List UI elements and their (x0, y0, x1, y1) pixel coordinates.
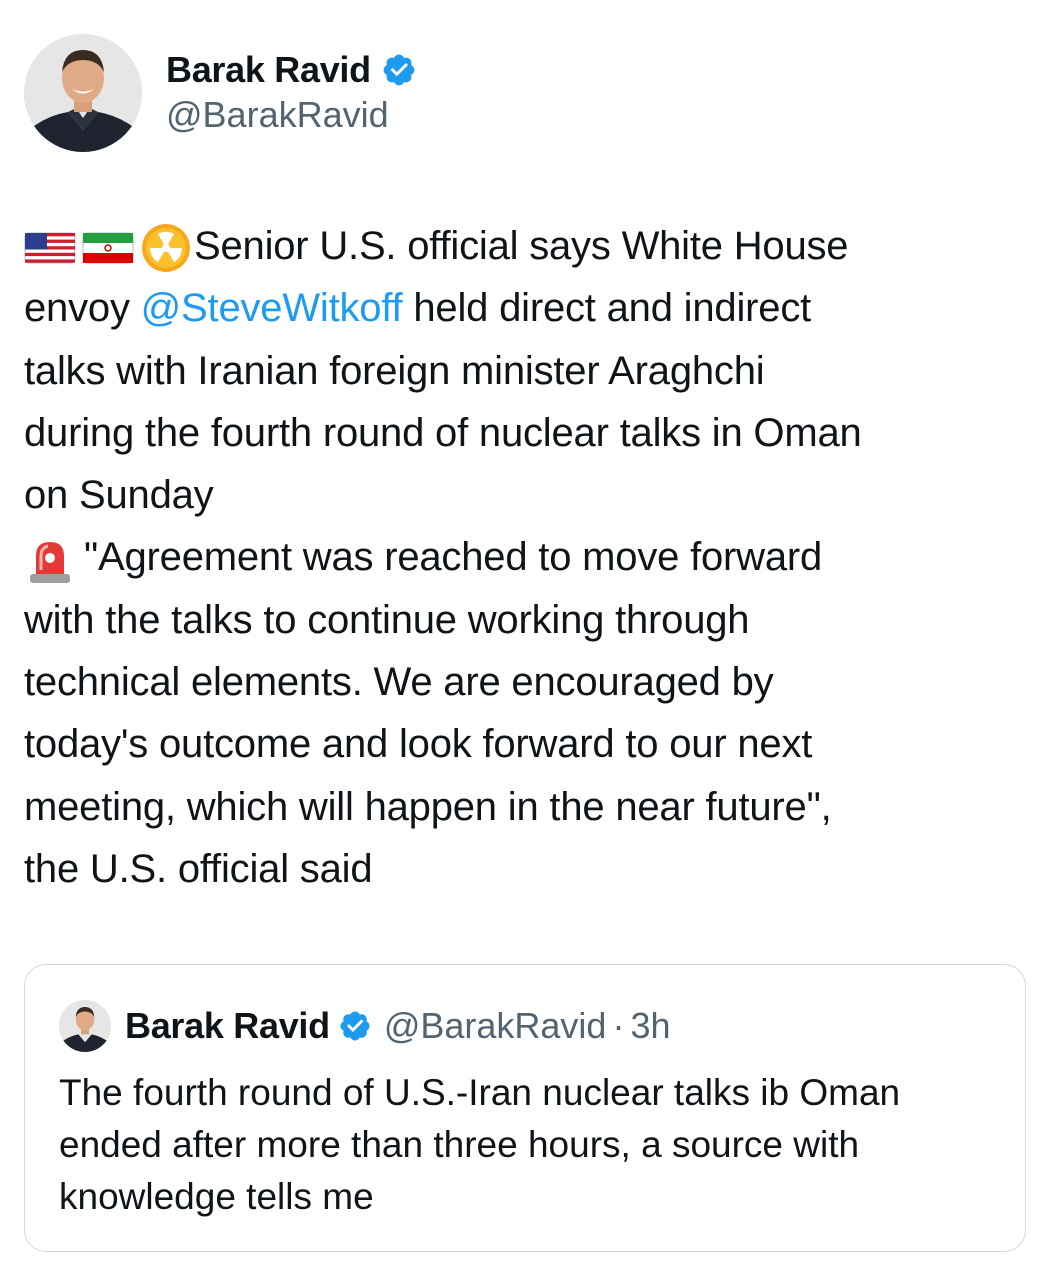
separator-dot: · (612, 1005, 625, 1046)
tweet-text: Senior U.S. official says White House en… (24, 215, 1024, 900)
tweet-line-text: Senior U.S. official says White House (194, 224, 849, 268)
quoted-tweet-text: The fourth round of U.S.-Iran nuclear ta… (59, 1067, 1009, 1223)
quoted-tweet-header: Barak Ravid @BarakRavid · 3h (59, 999, 671, 1053)
author-handle[interactable]: @BarakRavid (166, 93, 417, 137)
quoted-author-handle[interactable]: @BarakRavid (384, 1005, 607, 1047)
author-avatar[interactable] (24, 34, 142, 152)
quoted-line: ended after more than three hours, a sou… (59, 1124, 860, 1165)
tweet-line: envoy @SteveWitkoff held direct and indi… (24, 277, 1024, 339)
verified-badge-icon (383, 54, 415, 86)
tweet-line: with the talks to continue working throu… (24, 597, 750, 642)
tweet-line: the U.S. official said (24, 846, 373, 891)
quoted-line: The fourth round of U.S.-Iran nuclear ta… (59, 1072, 901, 1113)
tweet-line: Senior U.S. official says White House (24, 215, 1024, 277)
mention-link[interactable]: @SteveWitkoff (141, 286, 403, 330)
radioactive-icon (142, 224, 190, 273)
quoted-tweet[interactable]: Barak Ravid @BarakRavid · 3h The fourth … (24, 964, 1026, 1252)
author-name[interactable]: Barak Ravid (166, 49, 371, 91)
quoted-author-name[interactable]: Barak Ravid (125, 1005, 330, 1047)
siren-icon (30, 541, 70, 583)
tweet-line: "Agreement was reached to move forward (24, 526, 1024, 588)
quoted-line: knowledge tells me (59, 1176, 374, 1217)
tweet-line-text: held direct and indirect (402, 286, 812, 331)
verified-badge-icon (340, 1011, 370, 1041)
tweet-line: on Sunday (24, 473, 214, 518)
tweet-line-text: envoy (24, 286, 141, 331)
iran-flag-icon (82, 232, 134, 264)
tweet-line: technical elements. We are encouraged by (24, 660, 774, 705)
quoted-author-avatar[interactable] (59, 1000, 111, 1052)
tweet-line-text: "Agreement was reached to move forward (84, 535, 823, 580)
tweet-line: during the fourth round of nuclear talks… (24, 410, 862, 455)
quoted-timestamp[interactable]: 3h (630, 1005, 670, 1047)
tweet-header: Barak Ravid @BarakRavid (24, 33, 417, 153)
tweet-line: today's outcome and look forward to our … (24, 722, 813, 767)
us-flag-icon (24, 232, 76, 264)
tweet-line: meeting, which will happen in the near f… (24, 784, 832, 829)
tweet-line: talks with Iranian foreign minister Arag… (24, 348, 765, 393)
